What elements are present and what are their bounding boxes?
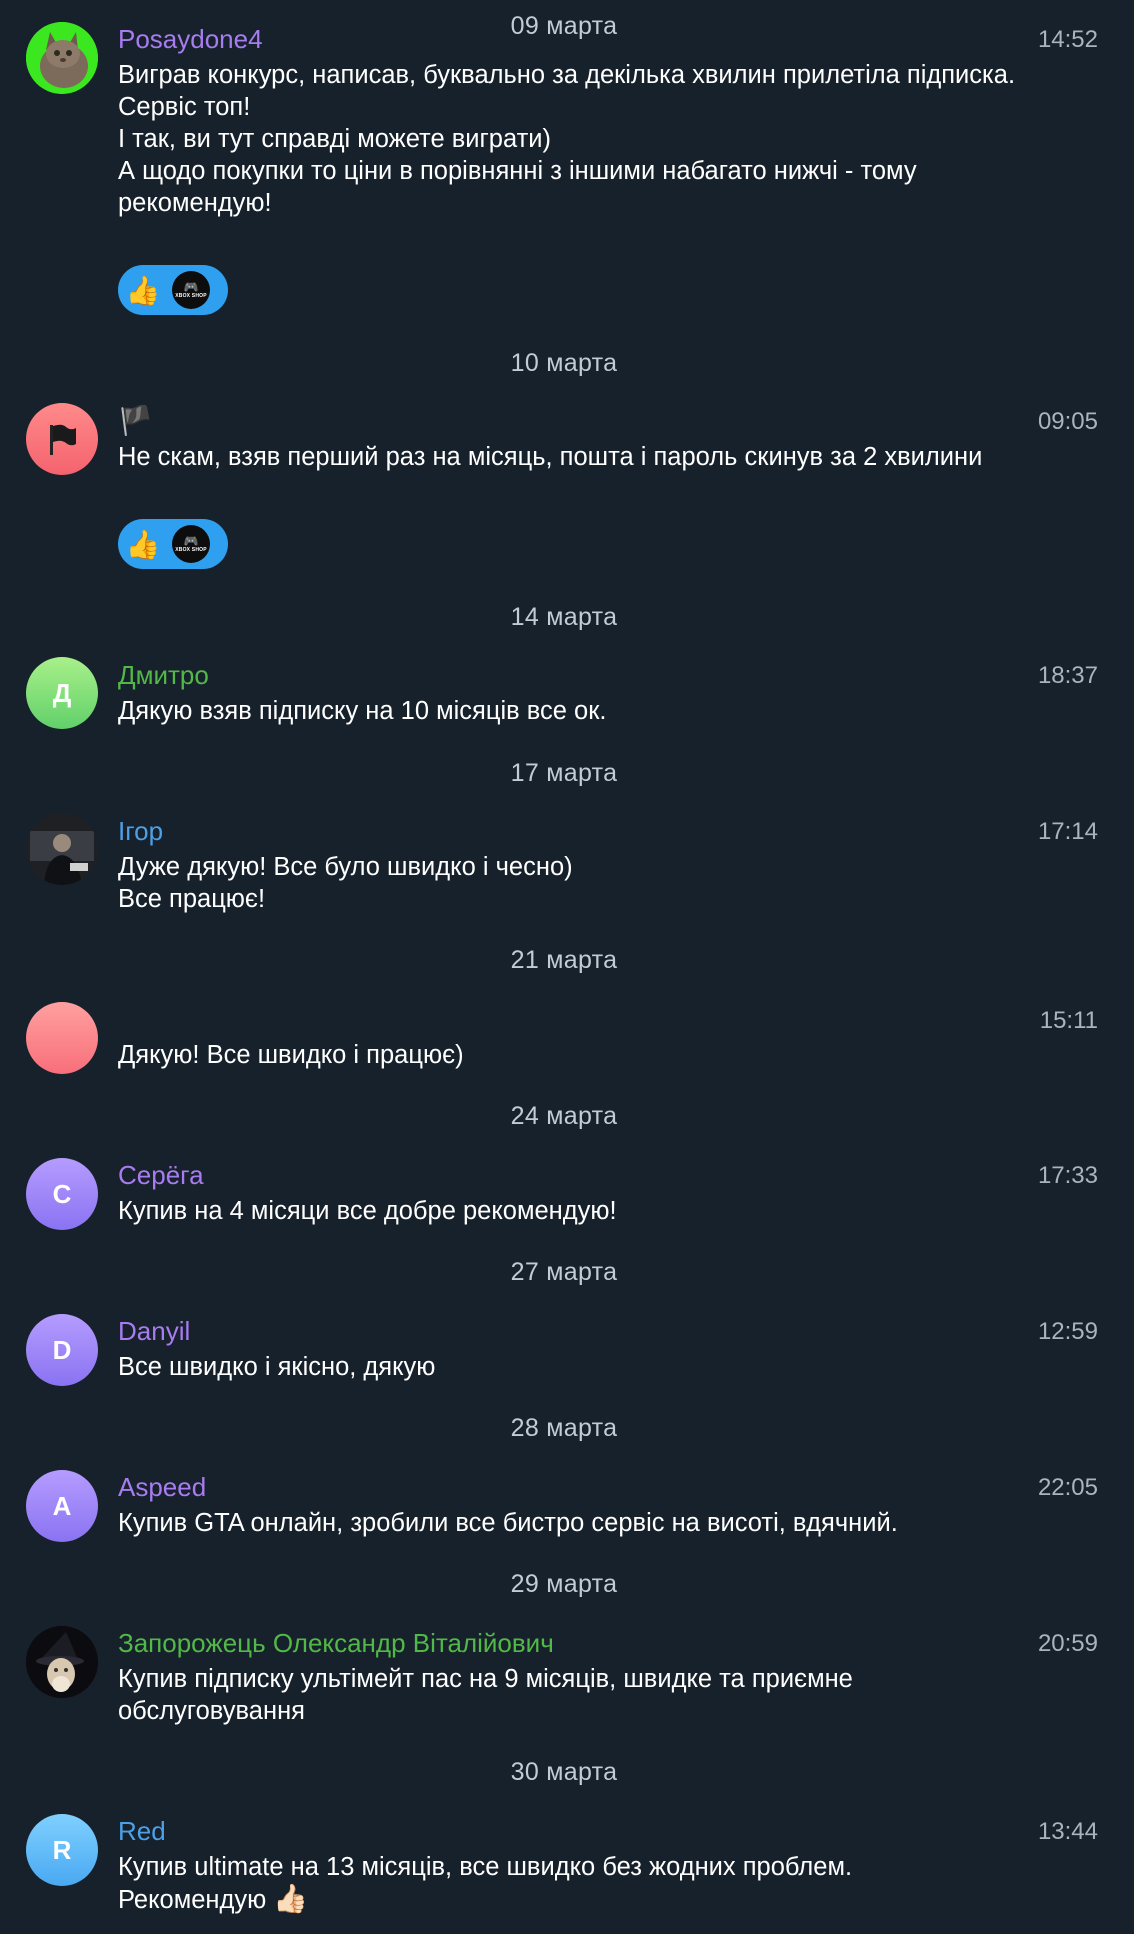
author-name[interactable]: Серёга bbox=[118, 1160, 204, 1191]
reactions-bar[interactable]: 👍 🎮 XBOX SHOP bbox=[118, 519, 228, 569]
author-name[interactable]: Запорожець Олександр Віталійович bbox=[118, 1628, 554, 1659]
message-text: Виграв конкурс, написав, буквально за де… bbox=[118, 61, 1016, 217]
message-time: 12:59 bbox=[1037, 1318, 1098, 1345]
message-time: 09:05 bbox=[1037, 408, 1098, 435]
message-text: Дякую! Все швидко і працює) bbox=[118, 1041, 464, 1069]
message-text: Купив GTA онлайн, зробили все бистро сер… bbox=[118, 1509, 898, 1537]
reactions-bar[interactable]: 👍 🎮 XBOX SHOP bbox=[118, 265, 228, 315]
message-time: 17:33 bbox=[1037, 1162, 1098, 1189]
avatar[interactable]: A bbox=[26, 1470, 98, 1542]
avatar[interactable] bbox=[26, 813, 98, 885]
thumbs-up-emoji: 👍🏻 bbox=[273, 1883, 309, 1914]
date-separator: 29 марта bbox=[510, 1570, 618, 1598]
logo-text: XBOX SHOP bbox=[175, 546, 207, 553]
message-text: Все швидко і якісно, дякую bbox=[118, 1353, 436, 1381]
wizard-photo-icon bbox=[26, 1626, 98, 1698]
avatar[interactable]: Д bbox=[26, 657, 98, 729]
author-name[interactable]: Posaydone4 bbox=[118, 24, 263, 55]
author-name[interactable]: Aspeed bbox=[118, 1472, 206, 1503]
avatar-initial: Д bbox=[52, 677, 72, 708]
thumbs-up-reaction[interactable]: 👍 bbox=[118, 528, 168, 561]
author-name[interactable]: Ігор bbox=[118, 816, 163, 847]
author-name[interactable]: Дмитро bbox=[118, 660, 209, 691]
avatar-initial: A bbox=[52, 1490, 72, 1521]
logo-text: XBOX SHOP bbox=[175, 292, 207, 299]
message-text: Дякую взяв підписку на 10 місяців все ок… bbox=[118, 697, 607, 725]
avatar[interactable] bbox=[26, 1626, 98, 1698]
black-flag-icon bbox=[50, 424, 76, 455]
message-text: Купив ultimate на 13 місяців, все швидко… bbox=[118, 1851, 1018, 1916]
message-time: 14:52 bbox=[1037, 26, 1098, 53]
date-separator: 17 марта bbox=[510, 759, 618, 787]
author-name[interactable]: Danyil bbox=[118, 1316, 190, 1347]
xbox-shop-avatar: 🎮 XBOX SHOP bbox=[172, 525, 210, 563]
date-separator: 10 марта bbox=[510, 349, 618, 377]
chat-feed: 09 марта 10 марта 14 марта 17 марта 21 м… bbox=[0, 0, 1134, 1934]
date-separator: 30 марта bbox=[510, 1758, 618, 1786]
date-separator: 24 марта bbox=[510, 1102, 618, 1130]
avatar-initial: С bbox=[52, 1178, 72, 1209]
message-time: 13:44 bbox=[1037, 1818, 1098, 1845]
avatar[interactable] bbox=[26, 403, 98, 475]
author-name[interactable]: Red bbox=[118, 1816, 166, 1847]
avatar[interactable] bbox=[26, 22, 98, 94]
date-separator: 28 марта bbox=[510, 1414, 618, 1442]
avatar[interactable]: R bbox=[26, 1814, 98, 1886]
person-photo-icon bbox=[26, 813, 98, 885]
avatar-initial: R bbox=[52, 1834, 72, 1865]
gamepad-icon: 🎮 bbox=[183, 533, 199, 548]
avatar-initial: D bbox=[52, 1334, 72, 1365]
message-time: 22:05 bbox=[1037, 1474, 1098, 1501]
gamepad-icon: 🎮 bbox=[183, 279, 199, 294]
message-text: Не скам, взяв перший раз на місяць, пошт… bbox=[118, 443, 983, 471]
message-text: Купив на 4 місяци все добре рекомендую! bbox=[118, 1197, 617, 1225]
xbox-shop-avatar: 🎮 XBOX SHOP bbox=[172, 271, 210, 309]
avatar[interactable] bbox=[26, 1002, 98, 1074]
message-text: Купив підписку ультімейт пас на 9 місяці… bbox=[118, 1665, 853, 1725]
message-text-content: Купив ultimate на 13 місяців, все швидко… bbox=[118, 1853, 853, 1914]
message-text: Дуже дякую! Все було швидко і чесно) Все… bbox=[118, 853, 573, 913]
cat-avatar-icon bbox=[26, 22, 98, 94]
message-time: 20:59 bbox=[1037, 1630, 1098, 1657]
message-time: 15:11 bbox=[1039, 1007, 1098, 1034]
message-time: 17:14 bbox=[1037, 818, 1098, 845]
date-separator: 27 марта bbox=[510, 1258, 618, 1286]
avatar[interactable]: D bbox=[26, 1314, 98, 1386]
avatar[interactable]: С bbox=[26, 1158, 98, 1230]
message-time: 18:37 bbox=[1037, 662, 1098, 689]
date-separator: 14 марта bbox=[510, 603, 618, 631]
date-separator: 21 марта bbox=[510, 946, 618, 974]
thumbs-up-reaction[interactable]: 👍 bbox=[118, 274, 168, 307]
author-name[interactable]: 🏴 bbox=[118, 404, 153, 437]
